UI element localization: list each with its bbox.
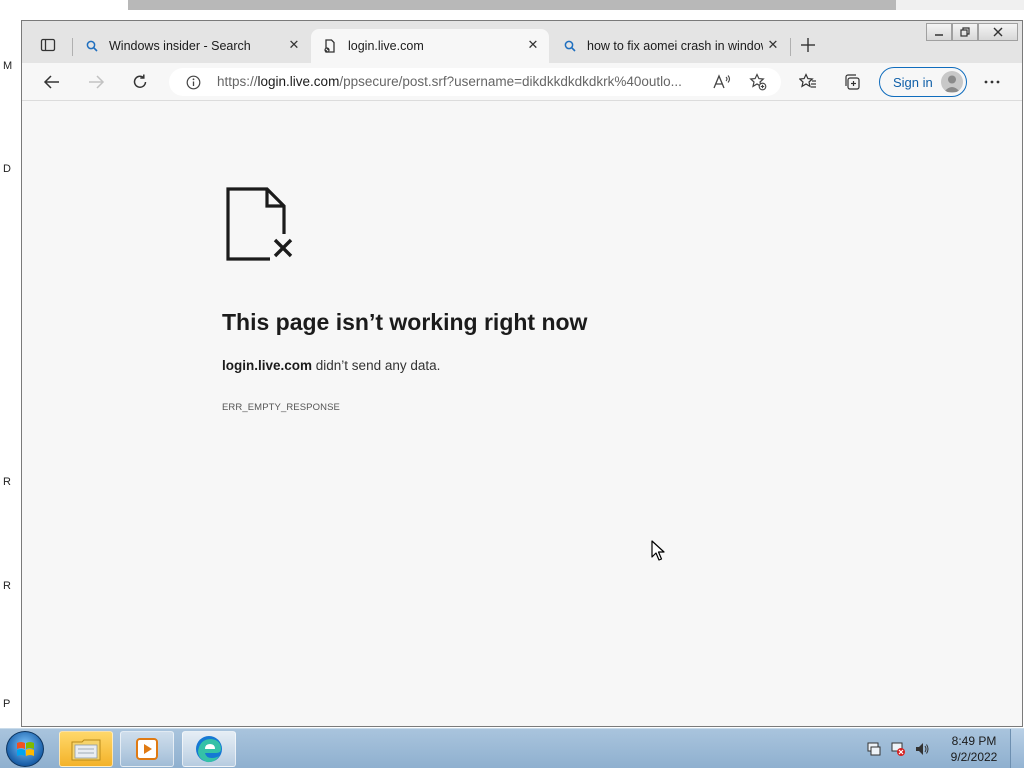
edge-browser-icon [196,736,222,763]
restore-button[interactable] [952,23,978,41]
settings-more-button[interactable] [978,69,1006,95]
arrow-left-icon [43,75,59,89]
url-path: /ppsecure/post.srf?username=dikdkkdkdkdk… [339,74,682,89]
tab-actions-button[interactable] [34,34,62,56]
avatar [941,71,963,93]
read-aloud-icon[interactable] [713,74,731,90]
tab-windows-insider-search[interactable]: Windows insider - Search ✕ [74,29,310,63]
edge-taskbar-button[interactable] [182,731,236,767]
tab-actions-icon [40,38,56,52]
close-window-button[interactable] [978,23,1018,41]
profile-icon [944,75,960,92]
minimize-button[interactable] [926,23,952,41]
plus-icon [801,38,815,52]
action-center-icon[interactable] [866,741,882,757]
url-text[interactable]: https://login.live.com/ppsecure/post.srf… [217,74,707,89]
back-button[interactable] [38,69,66,95]
collections-icon [845,74,860,90]
clock[interactable]: 8:49 PM 9/2/2022 [944,733,1004,765]
sign-in-button[interactable]: Sign in [879,67,967,97]
new-tab-button[interactable] [795,34,821,56]
tab-label: login.live.com [348,39,424,53]
desktop-label: R [3,476,11,488]
more-icon [984,80,1000,84]
navigation-toolbar: https://login.live.com/ppsecure/post.srf… [22,63,1022,101]
close-icon [993,27,1003,37]
minimize-icon [935,34,943,36]
error-message: didn’t send any data. [312,358,441,373]
system-tray [862,739,942,759]
error-description: login.live.com didn’t send any data. [222,358,440,373]
info-icon[interactable] [186,75,201,90]
media-player-taskbar-button[interactable] [120,731,174,767]
tab-separator [790,38,791,56]
arrow-right-icon [89,75,105,89]
close-tab-icon[interactable]: ✕ [525,37,541,53]
error-title: This page isn’t working right now [222,309,588,335]
page-error-icon [324,39,335,53]
error-code: ERR_EMPTY_RESPONSE [222,402,340,413]
desktop-left-strip: M D R R P [0,0,22,728]
url-prefix: https:// [217,74,258,89]
refresh-button[interactable] [126,69,154,95]
show-desktop-button[interactable] [1010,729,1024,768]
desktop-label: M [3,60,13,72]
close-tab-icon[interactable]: ✕ [286,37,302,53]
broken-file-icon [226,187,294,262]
collections-button[interactable] [838,69,866,95]
url-host: login.live.com [257,74,340,89]
error-host: login.live.com [222,358,313,373]
media-player-icon [136,738,158,760]
error-page: This page isn’t working right now login.… [22,101,1022,726]
desktop-label: P [3,698,11,710]
mouse-cursor-icon [651,540,665,561]
desktop-label: R [3,580,11,592]
refresh-icon [133,74,147,88]
desktop-background-window [128,0,898,10]
favorites-icon [799,73,816,88]
tab-label: Windows insider - Search [109,39,251,53]
tab-strip: Windows insider - Search ✕ login.live.co… [22,21,1022,63]
close-tab-icon[interactable]: ✕ [765,37,781,53]
sign-in-label: Sign in [893,74,933,90]
favorites-button[interactable] [794,69,822,95]
clock-date: 9/2/2022 [950,750,998,764]
desktop-label: D [3,163,11,175]
tab-aomei-search[interactable]: how to fix aomei crash in windows ✕ [552,29,789,63]
tab-label: how to fix aomei crash in windows [587,39,763,53]
browser-window: Windows insider - Search ✕ login.live.co… [21,20,1023,727]
search-icon [86,40,98,52]
restore-icon [960,27,970,37]
folder-icon [71,739,101,761]
forward-button[interactable] [82,69,110,95]
volume-icon[interactable] [914,741,930,757]
taskbar: 8:49 PM 9/2/2022 [0,728,1024,768]
address-bar[interactable]: https://login.live.com/ppsecure/post.srf… [169,68,781,96]
search-icon [564,40,576,52]
tab-login-live[interactable]: login.live.com ✕ [311,29,549,63]
start-button[interactable] [6,731,44,767]
network-error-icon[interactable] [890,741,906,757]
add-favorite-icon[interactable] [749,73,767,91]
clock-time: 8:49 PM [951,734,997,748]
tab-separator [72,38,73,56]
windows-logo-icon [17,742,34,756]
file-explorer-taskbar-button[interactable] [59,731,113,767]
desktop-background-window-controls [896,0,1024,10]
